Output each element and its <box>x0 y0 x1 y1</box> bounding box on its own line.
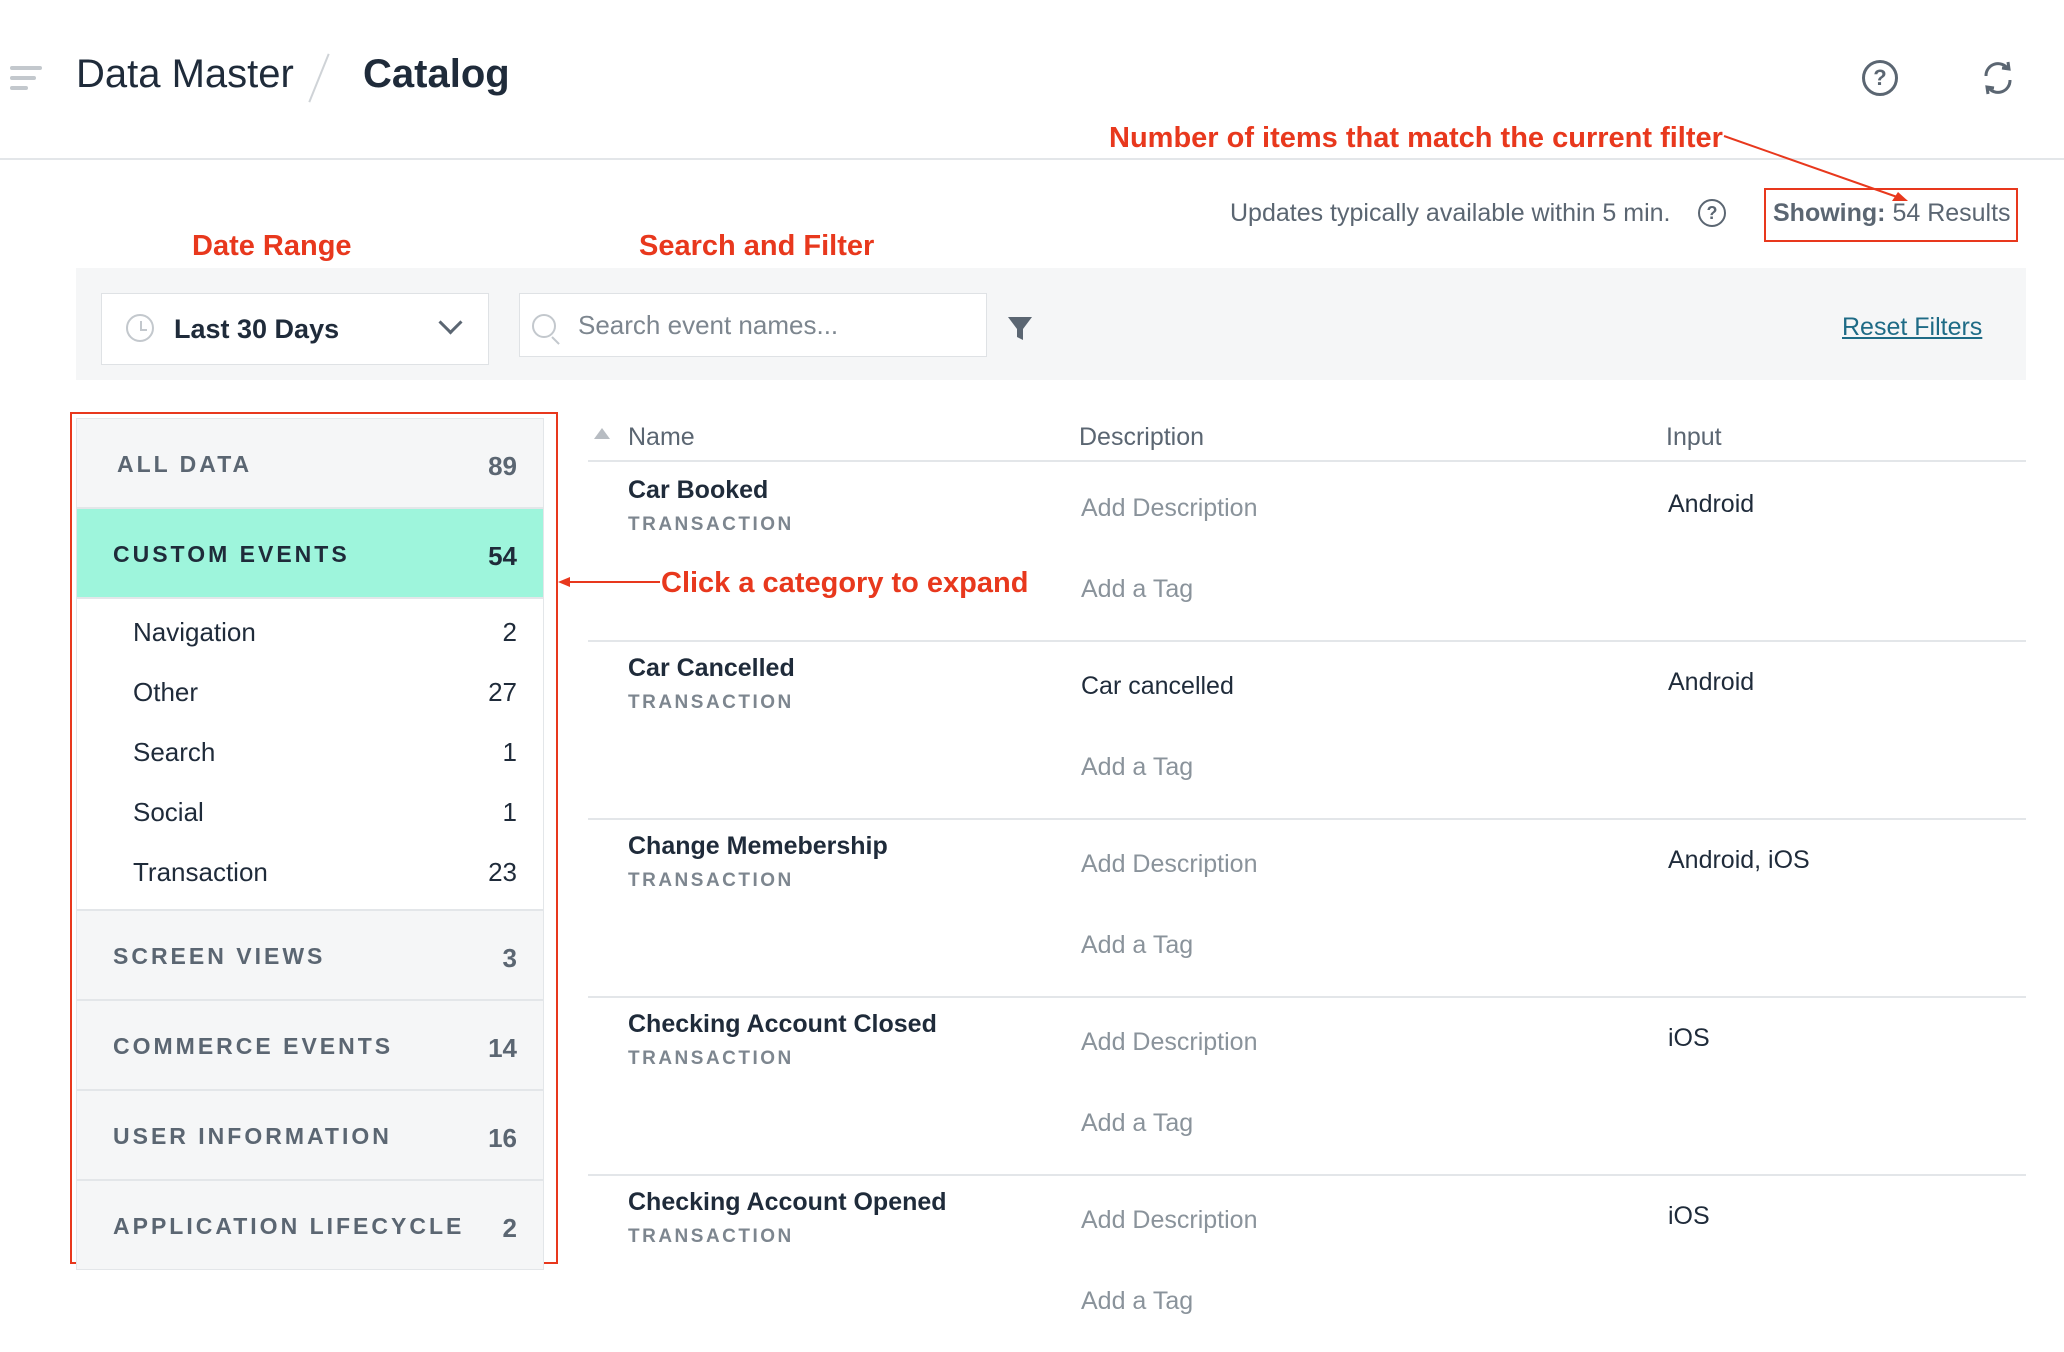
subcategory-label: Social <box>133 797 204 827</box>
category-count: 89 <box>488 451 517 481</box>
annotation-search-filter: Search and Filter <box>639 230 875 262</box>
category-count: 2 <box>502 1213 517 1243</box>
updates-info-text: Updates typically available within 5 min… <box>1230 199 1671 227</box>
column-header-input[interactable]: Input <box>1666 423 1722 452</box>
subcategory-count: 1 <box>502 737 517 767</box>
search-input[interactable] <box>576 294 980 356</box>
event-description[interactable]: Add Description <box>1081 494 1257 523</box>
table-row[interactable]: Checking Account Opened TRANSACTION Add … <box>588 1174 2026 1352</box>
table-row[interactable]: Change Memebership TRANSACTION Add Descr… <box>588 818 2026 998</box>
sort-ascending-icon[interactable] <box>594 428 610 439</box>
help-icon[interactable]: ? <box>1862 60 1898 96</box>
category-commerce-events[interactable]: COMMERCE EVENTS 14 <box>77 1001 543 1091</box>
subcategory-count: 1 <box>502 797 517 827</box>
event-category: TRANSACTION <box>628 870 794 891</box>
category-user-information[interactable]: USER INFORMATION 16 <box>77 1091 543 1181</box>
reset-filters-link[interactable]: Reset Filters <box>1842 313 1982 342</box>
event-name[interactable]: Car Booked <box>628 476 768 505</box>
event-name[interactable]: Car Cancelled <box>628 654 795 683</box>
subcategory-label: Transaction <box>133 857 268 887</box>
event-description[interactable]: Add Description <box>1081 1028 1257 1057</box>
subcategory-label: Other <box>133 677 199 707</box>
category-all-data[interactable]: ALL DATA 89 <box>77 419 543 509</box>
column-header-name[interactable]: Name <box>628 423 695 452</box>
filter-icon[interactable] <box>1006 313 1034 343</box>
category-count: 54 <box>488 541 517 571</box>
table-row[interactable]: Car Booked TRANSACTION Add Description A… <box>588 462 2026 642</box>
event-input: iOS <box>1668 1024 1710 1052</box>
info-help-icon[interactable]: ? <box>1698 199 1726 227</box>
event-name[interactable]: Checking Account Closed <box>628 1010 937 1039</box>
table-row[interactable]: Checking Account Closed TRANSACTION Add … <box>588 996 2026 1176</box>
event-description[interactable]: Car cancelled <box>1081 672 1234 701</box>
subcategory-list: Navigation 2 Other 27 Search 1 Social 1 … <box>77 599 543 911</box>
refresh-icon[interactable] <box>1978 58 2018 98</box>
table-row[interactable]: Car Cancelled TRANSACTION Car cancelled … <box>588 640 2026 820</box>
results-count: Showing: 54 Results <box>1773 199 2011 228</box>
subcategory-label: Navigation <box>133 617 256 647</box>
event-input: Android, iOS <box>1668 846 1810 874</box>
results-value: 54 Results <box>1892 199 2011 227</box>
event-category: TRANSACTION <box>628 1048 794 1069</box>
annotation-date-range: Date Range <box>192 230 352 262</box>
event-category: TRANSACTION <box>628 514 794 535</box>
date-range-value: Last 30 Days <box>174 314 340 344</box>
breadcrumb-root[interactable]: Data Master <box>76 52 294 97</box>
subcategory-search[interactable]: Search 1 <box>77 723 543 783</box>
event-input: iOS <box>1668 1202 1710 1230</box>
subcategory-count: 27 <box>488 677 517 707</box>
category-label: APPLICATION LIFECYCLE <box>113 1213 465 1239</box>
subcategory-transaction[interactable]: Transaction 23 <box>77 843 543 903</box>
event-category: TRANSACTION <box>628 1226 794 1247</box>
event-name[interactable]: Checking Account Opened <box>628 1188 947 1217</box>
chevron-down-icon <box>438 310 463 335</box>
add-tag-link[interactable]: Add a Tag <box>1081 575 1193 604</box>
category-count: 16 <box>488 1123 517 1153</box>
category-label: USER INFORMATION <box>113 1123 392 1149</box>
page-title: Catalog <box>363 52 510 96</box>
category-application-lifecycle[interactable]: APPLICATION LIFECYCLE 2 <box>77 1181 543 1269</box>
subcategory-other[interactable]: Other 27 <box>77 663 543 723</box>
results-label: Showing: <box>1773 199 1886 227</box>
event-name[interactable]: Change Memebership <box>628 832 888 861</box>
add-tag-link[interactable]: Add a Tag <box>1081 753 1193 782</box>
category-label: COMMERCE EVENTS <box>113 1033 394 1059</box>
event-input: Android <box>1668 668 1755 696</box>
category-label: SCREEN VIEWS <box>113 943 326 969</box>
column-header-description[interactable]: Description <box>1079 423 1204 452</box>
event-description[interactable]: Add Description <box>1081 1206 1257 1235</box>
menu-icon[interactable] <box>10 66 42 94</box>
event-input: Android <box>1668 490 1755 518</box>
subcategory-count: 23 <box>488 857 517 887</box>
category-custom-events[interactable]: CUSTOM EVENTS 54 <box>77 509 543 599</box>
event-category: TRANSACTION <box>628 692 794 713</box>
add-tag-link[interactable]: Add a Tag <box>1081 931 1193 960</box>
breadcrumb-separator <box>308 53 330 103</box>
category-screen-views[interactable]: SCREEN VIEWS 3 <box>77 911 543 1001</box>
clock-icon <box>126 314 154 342</box>
date-range-select[interactable]: Last 30 Days <box>101 293 489 365</box>
category-label: ALL DATA <box>117 451 253 477</box>
category-count: 14 <box>488 1033 517 1063</box>
add-tag-link[interactable]: Add a Tag <box>1081 1287 1193 1316</box>
add-tag-link[interactable]: Add a Tag <box>1081 1109 1193 1138</box>
subcategory-social[interactable]: Social 1 <box>77 783 543 843</box>
category-count: 3 <box>502 943 517 973</box>
category-label: CUSTOM EVENTS <box>113 541 350 567</box>
subcategory-label: Search <box>133 737 216 767</box>
subcategory-navigation[interactable]: Navigation 2 <box>77 603 543 663</box>
subcategory-count: 2 <box>502 617 517 647</box>
search-box[interactable] <box>519 293 987 357</box>
app-header: Data Master Catalog ? <box>0 0 2064 160</box>
annotation-results: Number of items that match the current f… <box>1109 122 1723 154</box>
event-description[interactable]: Add Description <box>1081 850 1257 879</box>
category-sidebar: ALL DATA 89 CUSTOM EVENTS 54 Navigation … <box>76 418 544 1270</box>
search-icon <box>532 314 556 338</box>
